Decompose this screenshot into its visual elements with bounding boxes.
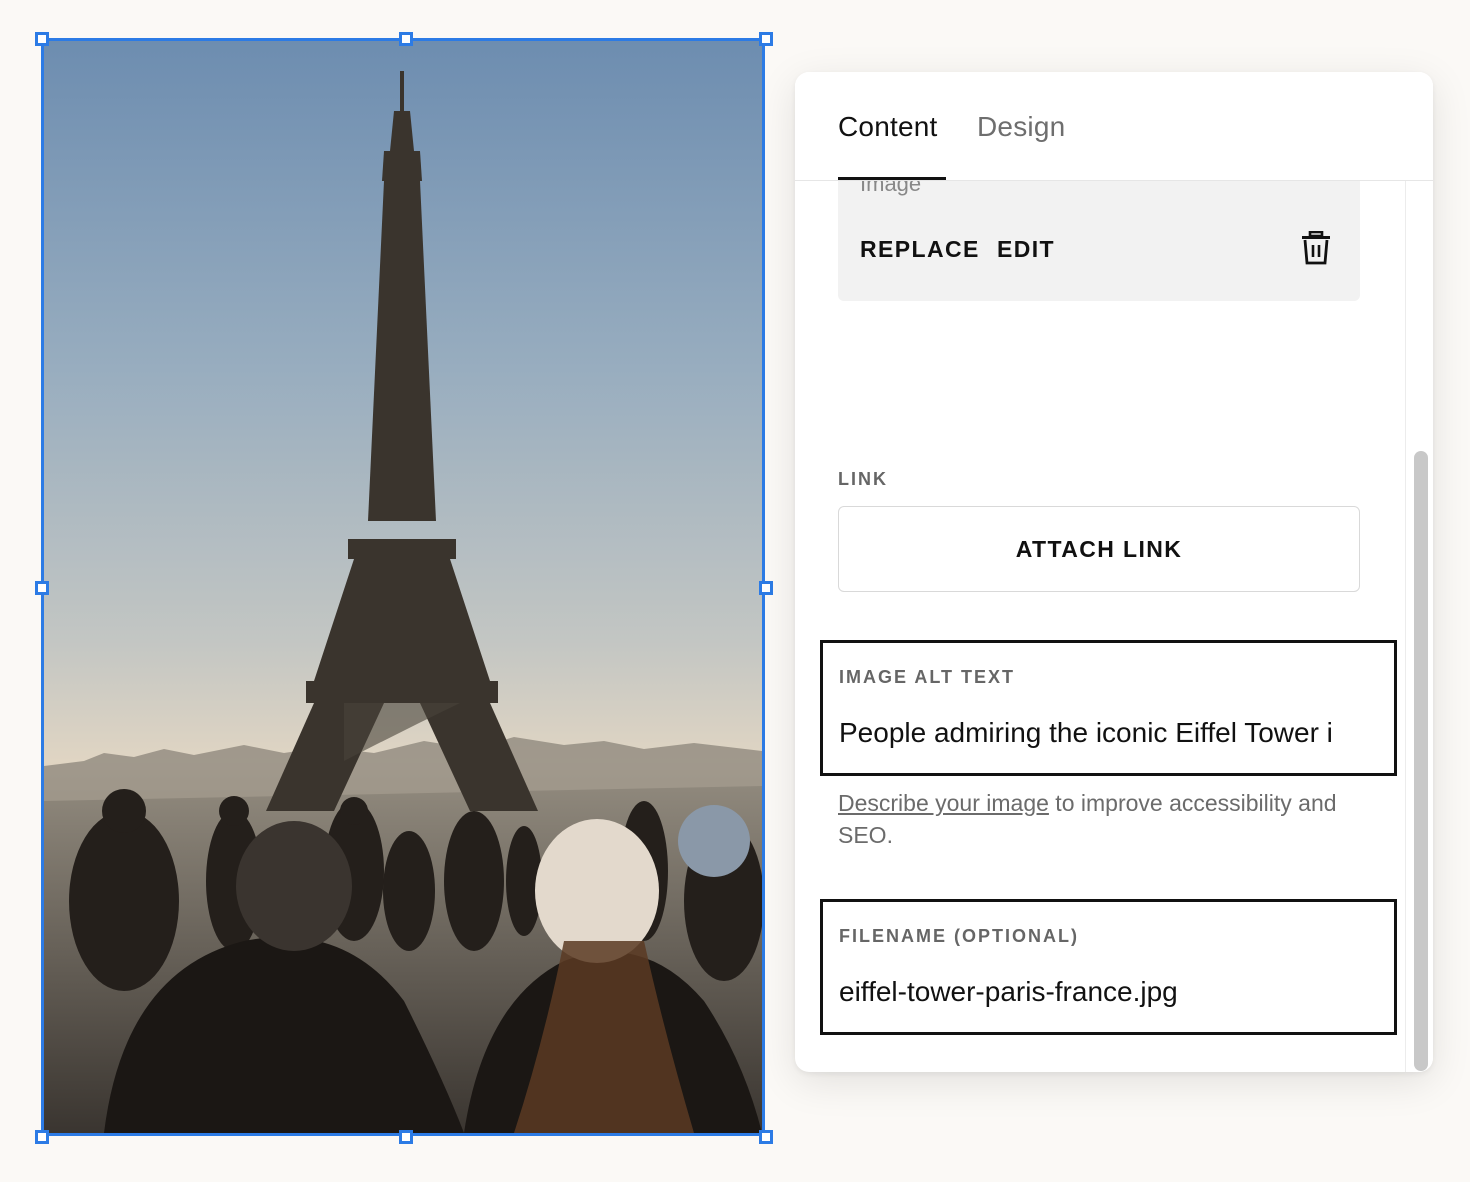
panel-scrollbar[interactable] xyxy=(1405,181,1433,1072)
resize-handle-right[interactable] xyxy=(759,581,773,595)
panel-content: Image REPLACE EDIT LINK ATTACH LINK IMAG… xyxy=(795,181,1405,1072)
resize-handle-bottom-left[interactable] xyxy=(35,1130,49,1144)
resize-handle-bottom-right[interactable] xyxy=(759,1130,773,1144)
scrollbar-thumb[interactable] xyxy=(1414,451,1428,1071)
selected-image-block[interactable] xyxy=(35,32,773,1144)
alt-text-label: IMAGE ALT TEXT xyxy=(839,667,1015,687)
alt-text-helper: Describe your image to improve accessibi… xyxy=(838,787,1368,851)
image-alt-text-field[interactable]: IMAGE ALT TEXT People admiring the iconi… xyxy=(820,640,1397,776)
resize-handle-top[interactable] xyxy=(399,32,413,46)
resize-handle-top-right[interactable] xyxy=(759,32,773,46)
filename-input[interactable]: eiffel-tower-paris-france.jpg xyxy=(839,976,1366,1012)
image-section-label: Image xyxy=(860,181,922,196)
trash-icon[interactable] xyxy=(1301,230,1331,265)
edit-button[interactable]: EDIT xyxy=(997,236,1055,263)
photo-illustration xyxy=(44,41,762,1133)
alt-text-input[interactable]: People admiring the iconic Eiffel Tower … xyxy=(839,717,1366,753)
image-settings-panel: Content Design Image REPLACE EDIT LINK A… xyxy=(795,72,1433,1072)
replace-button[interactable]: REPLACE xyxy=(860,236,980,263)
panel-tabs: Content Design xyxy=(795,72,1433,181)
describe-image-link[interactable]: Describe your image xyxy=(838,790,1049,816)
attach-link-button[interactable]: ATTACH LINK xyxy=(838,506,1360,592)
eiffel-tower-photo xyxy=(44,41,762,1133)
resize-handle-bottom[interactable] xyxy=(399,1130,413,1144)
link-label: LINK xyxy=(838,469,888,489)
tab-content[interactable]: Content xyxy=(838,110,937,144)
active-tab-indicator xyxy=(838,177,946,180)
filename-label: FILENAME (OPTIONAL) xyxy=(839,926,1079,946)
filename-field[interactable]: FILENAME (OPTIONAL) eiffel-tower-paris-f… xyxy=(820,899,1397,1035)
tab-design[interactable]: Design xyxy=(977,110,1065,144)
resize-handle-top-left[interactable] xyxy=(35,32,49,46)
image-tools-bar: Image REPLACE EDIT xyxy=(838,181,1360,301)
resize-handle-left[interactable] xyxy=(35,581,49,595)
